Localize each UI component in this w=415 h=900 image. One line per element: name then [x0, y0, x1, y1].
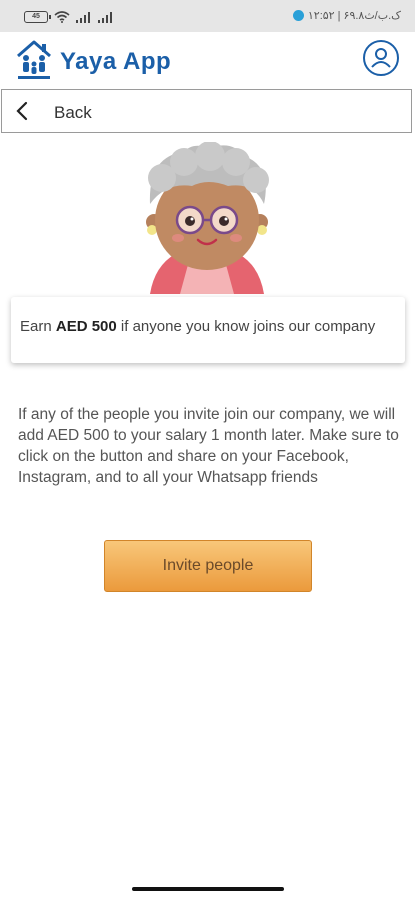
- promo-prefix: Earn: [20, 318, 56, 335]
- referral-description: If any of the people you invite join our…: [18, 406, 399, 486]
- status-right: ۱۲:۵۲ | ۶۹.۸ک.ب/ث: [292, 9, 401, 22]
- signal-icon: [76, 11, 90, 23]
- promo-card: Earn AED 500 if anyone you know joins ou…: [11, 297, 405, 363]
- invite-people-button[interactable]: Invite people: [104, 540, 312, 592]
- back-button[interactable]: Back: [1, 89, 412, 133]
- family-home-logo-icon: [17, 40, 51, 79]
- grandma-illustration: [146, 142, 269, 294]
- status-icons-left: 45: [24, 11, 114, 23]
- status-text: ۱۲:۵۲ | ۶۹.۸ک.ب/ث: [307, 10, 401, 22]
- battery-icon: 45: [24, 11, 51, 23]
- promo-amount: AED 500: [55, 318, 117, 335]
- app-title: Yaya App: [60, 48, 172, 75]
- chevron-left-icon: [16, 101, 28, 121]
- profile-button[interactable]: [363, 40, 399, 76]
- wifi-icon: [54, 11, 70, 23]
- home-indicator[interactable]: [132, 887, 284, 891]
- back-label: Back: [54, 103, 92, 122]
- app-header: Yaya App: [0, 32, 415, 88]
- signal-icon-2: [98, 11, 112, 23]
- telegram-icon: [292, 10, 304, 21]
- promo-text: Earn AED 500 if anyone you know joins ou…: [20, 316, 390, 337]
- user-icon: [371, 48, 391, 68]
- status-bar: 45 ۱۲:۵۲ | ۶۹.۸ک.ب/ث: [0, 0, 415, 32]
- promo-suffix: if anyone you know joins our company: [116, 318, 376, 335]
